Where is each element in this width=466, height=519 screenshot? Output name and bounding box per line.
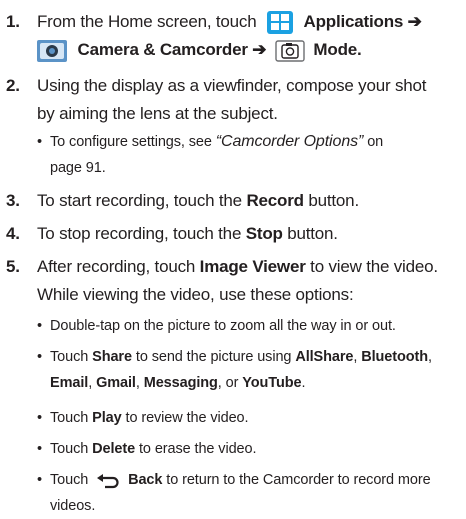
step-body: Using the display as a viewfinder, compo… [37, 72, 462, 128]
step-emphasis: Applications ➔ [303, 12, 422, 31]
step-text: After recording, touch [37, 257, 196, 276]
step-text: To stop recording, touch the [37, 224, 242, 243]
instruction-page: 1. From the Home screen, touch Applicati… [0, 0, 466, 517]
bullet-punct: , [353, 349, 358, 365]
bullet-mark: • [37, 441, 42, 457]
step-body: To stop recording, touch the Stop button… [37, 220, 462, 248]
applications-grid-icon [265, 11, 295, 35]
messaging-label: Messaging [143, 375, 218, 391]
bluetooth-label: Bluetooth [361, 349, 428, 365]
bullet-word: to erase the video. [139, 441, 257, 457]
record-button-label: Record [246, 191, 304, 210]
step-emphasis: Camera & Camcorder ➔ [77, 40, 267, 59]
bullet-word: Touch [50, 441, 89, 457]
camera-mode-icon [275, 39, 305, 62]
step-number: 5. [6, 257, 20, 276]
bullet-punct: . [301, 375, 306, 391]
bullet-word: Touch [50, 472, 89, 488]
bullet-mark: • [37, 318, 42, 334]
back-label: Back [128, 472, 163, 488]
bullet-word: Touch [50, 410, 89, 426]
step-1: 1. From the Home screen, touch Applicati… [0, 8, 466, 68]
step-text: To start recording, touch the [37, 191, 242, 210]
step-line: From the Home screen, touch Applications… [37, 8, 462, 36]
email-label: Email [50, 375, 89, 391]
youtube-label: YouTube [242, 375, 302, 391]
step-body: After recording, touch Image Viewer to v… [37, 253, 462, 309]
step-5-bullet-2: • Touch Share to send the picture using … [0, 344, 466, 396]
image-viewer-label: Image Viewer [199, 257, 306, 276]
bullet-text: To configure settings, see “Camcorder Op… [50, 129, 462, 181]
step-3: 3. To start recording, touch the Record … [0, 187, 466, 215]
share-label: Share [92, 349, 132, 365]
step-number: 1. [6, 12, 20, 31]
bullet-text: Touch Share to send the picture using Al… [50, 344, 462, 396]
step-number: 4. [6, 224, 20, 243]
step-text: From the Home screen, touch [37, 12, 257, 31]
step-4: 4. To stop recording, touch the Stop but… [0, 220, 466, 248]
bullet-word: to review the video. [125, 410, 249, 426]
bullet-line: page 91. [50, 160, 106, 176]
step-text: button. [287, 224, 338, 243]
bullet-mark: • [37, 410, 42, 426]
allshare-label: AllShare [295, 349, 354, 365]
step-line: While viewing the video, use these optio… [37, 285, 354, 304]
step-text: button. [308, 191, 359, 210]
bullet-line: videos. [50, 498, 96, 514]
bullet-punct: , [428, 349, 432, 365]
bullet-punct: , or [217, 375, 239, 391]
step-number: 2. [6, 76, 20, 95]
step-line: Using the display as a viewfinder, compo… [37, 76, 427, 95]
step-5-bullet-4: • Touch Delete to erase the video. [0, 436, 466, 462]
bullet-punct: , [135, 375, 140, 391]
play-label: Play [92, 410, 122, 426]
bullet-punct: , [88, 375, 93, 391]
bullet-line: To configure settings, see [50, 134, 212, 150]
gmail-label: Gmail [96, 375, 136, 391]
step-body: To start recording, touch the Record but… [37, 187, 462, 215]
step-5-bullet-5: • Touch Back to return to the Camcorder … [0, 467, 466, 519]
step-number: 3. [6, 191, 20, 210]
step-text: to view the video. [310, 257, 438, 276]
bullet-mark: • [37, 134, 42, 150]
step-5-bullet-1: • Double-tap on the picture to zoom all … [0, 313, 466, 339]
step-emphasis: Mode. [313, 40, 362, 59]
step-5-bullet-3: • Touch Play to review the video. [0, 405, 466, 431]
bullet-text: Touch Play to review the video. [50, 405, 462, 431]
step-2-bullet: • To configure settings, see “Camcorder … [0, 129, 466, 181]
step-5: 5. After recording, touch Image Viewer t… [0, 253, 466, 309]
bullet-word: Touch [50, 349, 89, 365]
back-arrow-icon [96, 472, 120, 489]
step-line: Camera & Camcorder ➔ Mode. [37, 36, 462, 64]
bullet-word: to send the picture using [135, 349, 292, 365]
bullet-word: to return to the Camcorder to record mor… [166, 472, 431, 488]
step-line: by aiming the lens at the subject. [37, 104, 278, 123]
bullet-text: Double-tap on the picture to zoom all th… [50, 318, 396, 334]
step-2: 2. Using the display as a viewfinder, co… [0, 72, 466, 128]
delete-label: Delete [92, 441, 136, 457]
bullet-mark: • [37, 472, 42, 488]
stop-button-label: Stop [245, 224, 283, 243]
step-line: After recording, touch Image Viewer to v… [37, 253, 462, 281]
cross-reference-link[interactable]: “Camcorder Options” [216, 133, 364, 150]
bullet-line: on [367, 134, 384, 150]
step-body: From the Home screen, touch Applications… [37, 8, 462, 64]
bullet-text: Touch Back to return to the Camcorder to… [50, 467, 462, 519]
bullet-text: Touch Delete to erase the video. [50, 436, 462, 462]
camera-app-icon [37, 39, 67, 62]
bullet-mark: • [37, 349, 42, 365]
